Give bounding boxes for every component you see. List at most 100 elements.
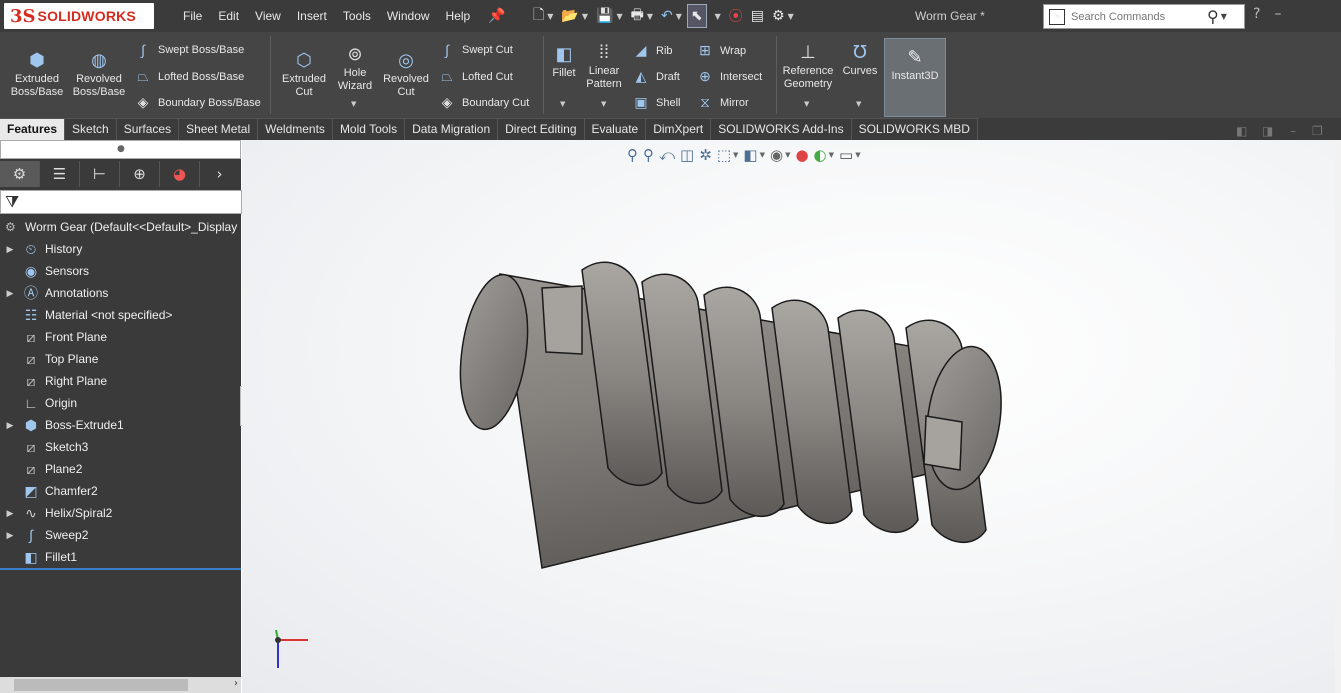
worm-gear-model[interactable]	[242, 140, 1341, 693]
expand-arrow-icon[interactable]: ▶	[3, 502, 17, 524]
tree-item-sketch3[interactable]: ⧄ Sketch3	[0, 436, 241, 458]
options-button[interactable]: ⚙ ▼	[769, 5, 797, 27]
hole-wizard-button[interactable]: ⊚ Hole Wizard	[330, 44, 380, 93]
tab-evaluate[interactable]: Evaluate	[584, 118, 647, 140]
tree-item-origin[interactable]: ∟ Origin	[0, 392, 241, 414]
shell-button[interactable]: ▣ Shell	[632, 94, 680, 111]
tree-item-top-plane[interactable]: ⧄ Top Plane	[0, 348, 241, 370]
lofted-cut-button[interactable]: ⏢ Lofted Cut	[438, 68, 512, 85]
tree-item-history[interactable]: ▶ ⏲ History	[0, 238, 241, 260]
menu-insert[interactable]: Insert	[289, 9, 335, 23]
tree-item-fillet1[interactable]: ◧ Fillet1	[0, 546, 241, 570]
rebuild-button[interactable]: ⦿	[726, 5, 746, 27]
menu-tools[interactable]: Tools	[335, 9, 379, 23]
tree-item-boss-extrude1[interactable]: ▶ ⬢ Boss-Extrude1	[0, 414, 241, 436]
restore-window-icon[interactable]: ❐	[1312, 124, 1323, 138]
tree-item-plane2[interactable]: ⧄ Plane2	[0, 458, 241, 480]
lofted-boss-button[interactable]: ⏢ Lofted Boss/Base	[134, 68, 244, 85]
tree-item-annotations[interactable]: ▶ Ⓐ Annotations	[0, 282, 241, 304]
print-button[interactable]: 🖶 ▼	[628, 5, 656, 27]
search-icon[interactable]: ⚲	[1207, 7, 1219, 26]
instant3d-button[interactable]: ✎ Instant3D	[884, 38, 946, 117]
minimize-icon[interactable]: –	[1274, 6, 1281, 22]
tree-item-helix-spiral2[interactable]: ▶ ∿ Helix/Spiral2	[0, 502, 241, 524]
intersect-button[interactable]: ⊕ Intersect	[696, 68, 762, 85]
chevron-down-icon[interactable]: ▼	[351, 100, 356, 108]
linear-pattern-button[interactable]: ⁞⁞ Linear Pattern	[582, 42, 626, 91]
menu-file[interactable]: File	[175, 9, 210, 23]
scrollbar-thumb[interactable]	[14, 679, 188, 691]
tab-direct-editing[interactable]: Direct Editing	[498, 118, 585, 140]
tab-data-migration[interactable]: Data Migration	[405, 118, 499, 140]
tab-features[interactable]: Features	[0, 118, 66, 140]
search-input[interactable]	[1069, 9, 1203, 24]
menu-help[interactable]: Help	[438, 9, 479, 23]
fillet-button[interactable]: ◧ Fillet	[548, 44, 580, 80]
swept-boss-button[interactable]: ∫ Swept Boss/Base	[134, 42, 244, 58]
tab-more[interactable]: ›	[200, 161, 239, 187]
chevron-down-icon[interactable]: ▼	[601, 100, 606, 108]
tree-item-right-plane[interactable]: ⧄ Right Plane	[0, 370, 241, 392]
panel-horizontal-scrollbar[interactable]: ›	[0, 677, 241, 693]
open-button[interactable]: 📂 ▼	[558, 5, 591, 27]
expand-arrow-icon[interactable]: ▶	[3, 238, 17, 260]
tab-solidworks-mbd[interactable]: SOLIDWORKS MBD	[851, 118, 978, 140]
boundary-boss-button[interactable]: ◈ Boundary Boss/Base	[134, 94, 261, 111]
tab-display-manager[interactable]: ◕	[160, 161, 200, 187]
save-button[interactable]: 💾 ▼	[593, 5, 626, 27]
chevron-right-icon[interactable]: ›	[234, 678, 238, 689]
select-button[interactable]: ⬉	[686, 4, 707, 28]
new-button[interactable]: 🗋 ▼	[530, 5, 556, 27]
rib-button[interactable]: ◢ Rib	[632, 42, 673, 59]
menu-window[interactable]: Window	[379, 9, 438, 23]
tab-sketch[interactable]: Sketch	[65, 118, 117, 140]
tree-item-chamfer2[interactable]: ◩ Chamfer2	[0, 480, 241, 502]
wrap-button[interactable]: ⊞ Wrap	[696, 42, 746, 59]
tab-mold-tools[interactable]: Mold Tools	[332, 118, 406, 140]
revolved-boss-button[interactable]: ◍ Revolved Boss/Base	[70, 50, 128, 99]
draft-button[interactable]: ◭ Draft	[632, 68, 680, 85]
solidworks-logo[interactable]: 3S SOLIDWORKS	[4, 3, 154, 29]
expand-arrow-icon[interactable]: ▶	[3, 524, 17, 546]
chevron-down-icon[interactable]: ▼	[560, 100, 565, 108]
menu-edit[interactable]: Edit	[210, 9, 247, 23]
tree-root-part[interactable]: ⚙ Worm Gear (Default<<Default>_Display	[0, 216, 241, 238]
select-dropdown[interactable]: ▼	[709, 5, 724, 27]
collapse-left-icon[interactable]: ◧	[1236, 124, 1247, 138]
extruded-cut-button[interactable]: ⬡ Extruded Cut	[276, 50, 332, 99]
tree-filter[interactable]: ⧩	[0, 190, 242, 214]
pin-icon[interactable]: 📌	[488, 8, 505, 24]
tab-weldments[interactable]: Weldments	[258, 118, 333, 140]
expand-arrow-icon[interactable]: ▶	[3, 282, 17, 304]
reference-geometry-button[interactable]: ⊥ Reference Geometry	[780, 42, 836, 91]
undo-button[interactable]: ↶ ▼	[658, 5, 685, 27]
tab-surfaces[interactable]: Surfaces	[116, 118, 180, 140]
collapse-right-icon[interactable]: ◨	[1262, 124, 1273, 138]
boundary-cut-button[interactable]: ◈ Boundary Cut	[438, 94, 530, 111]
tree-item-sweep2[interactable]: ▶ ∫ Sweep2	[0, 524, 241, 546]
tab-configuration-manager[interactable]: ⊢	[80, 161, 120, 187]
mirror-button[interactable]: ⧖ Mirror	[696, 94, 749, 111]
tab-feature-manager[interactable]: ⚙	[0, 161, 40, 187]
curves-button[interactable]: ℧ Curves	[840, 42, 880, 78]
tree-item-sensors[interactable]: ◉ Sensors	[0, 260, 241, 282]
tab-solidworks-addins[interactable]: SOLIDWORKS Add-Ins	[711, 118, 852, 140]
chevron-down-icon[interactable]: ▼	[1221, 12, 1227, 21]
tab-property-manager[interactable]: ☰	[40, 161, 80, 187]
extruded-boss-button[interactable]: ⬢ Extruded Boss/Base	[8, 50, 66, 99]
help-icon[interactable]: ?	[1253, 6, 1260, 22]
tab-sheet-metal[interactable]: Sheet Metal	[179, 118, 259, 140]
expand-arrow-icon[interactable]: ▶	[3, 414, 17, 436]
swept-cut-button[interactable]: ∫ Swept Cut	[438, 42, 513, 58]
chevron-down-icon[interactable]: ▼	[804, 100, 809, 108]
viewport-scrollbar[interactable]	[1335, 140, 1341, 693]
chevron-down-icon[interactable]: ▼	[856, 100, 861, 108]
tree-item-material[interactable]: ☷ Material <not specified>	[0, 304, 241, 326]
tab-dimxpert-manager[interactable]: ⊕	[120, 161, 160, 187]
search-commands-box[interactable]: > ⚲ ▼	[1043, 4, 1245, 29]
panel-splitter[interactable]: ●	[0, 140, 241, 159]
tree-item-front-plane[interactable]: ⧄ Front Plane	[0, 326, 241, 348]
revolved-cut-button[interactable]: ◎ Revolved Cut	[378, 50, 434, 99]
graphics-area[interactable]: ⚲ ⚲ ⤺ ◫ ✲ ⬚ ▼ ◧ ▼ ◉ ▼ ● ◐ ▼ ▭ ▼	[242, 140, 1341, 693]
tab-dimxpert[interactable]: DimXpert	[646, 118, 712, 140]
